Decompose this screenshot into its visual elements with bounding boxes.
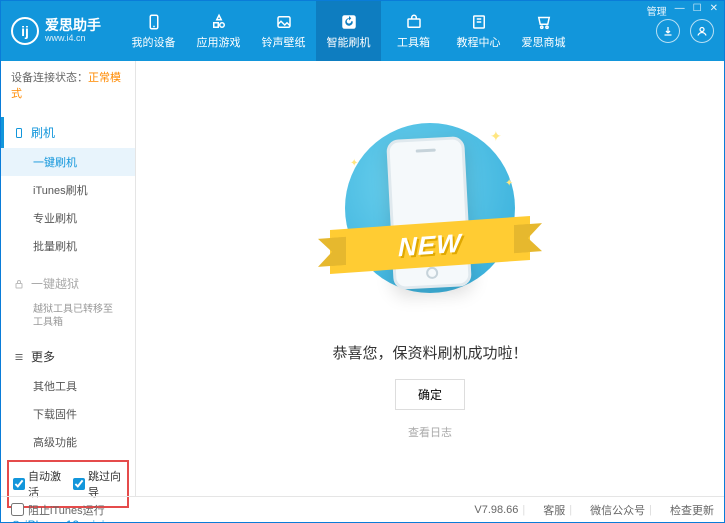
nav-apps-games[interactable]: 应用游戏	[186, 1, 251, 61]
header-right	[656, 19, 714, 43]
top-nav: 我的设备 应用游戏 铃声壁纸 智能刷机 工具箱 教程中心	[121, 1, 656, 61]
customer-service-link[interactable]: 客服	[543, 502, 565, 518]
ok-button[interactable]: 确定	[395, 379, 465, 410]
checkbox-input[interactable]	[13, 478, 25, 490]
wallpaper-icon	[275, 13, 293, 31]
jailbreak-note: 越狱工具已转移至 工具箱	[1, 299, 135, 333]
sidebar-item-advanced[interactable]: 高级功能	[1, 428, 135, 456]
footer: 阻止iTunes运行 V7.98.66 | 客服 | 微信公众号 | 检查更新	[1, 496, 724, 522]
wechat-link[interactable]: 微信公众号	[590, 502, 645, 518]
checkbox-label: 阻止iTunes运行	[28, 502, 105, 518]
refresh-icon	[340, 13, 358, 31]
minimize-button[interactable]: —	[675, 3, 685, 18]
more-section: 更多 其他工具 下载固件 高级功能	[1, 341, 135, 456]
checkbox-input[interactable]	[73, 478, 85, 490]
phone-icon	[145, 13, 163, 31]
nav-label: 智能刷机	[327, 34, 371, 50]
success-message: 恭喜您，保资料刷机成功啦！	[332, 342, 527, 363]
sparkle-icon: ✦	[490, 128, 502, 145]
maximize-button[interactable]: ☐	[693, 3, 702, 18]
block-itunes-checkbox[interactable]: 阻止iTunes运行	[11, 502, 105, 518]
sidebar-item-batch-flash[interactable]: 批量刷机	[1, 232, 135, 260]
nav-label: 教程中心	[457, 34, 501, 50]
section-label: 一键越狱	[31, 275, 79, 292]
divider: |	[649, 504, 652, 516]
header: 管理 — ☐ ✕ ij 爱思助手 www.i4.cn 我的设备 应用游戏 铃声壁	[1, 1, 724, 61]
sidebar-item-download-firmware[interactable]: 下载固件	[1, 400, 135, 428]
window-controls: 管理 — ☐ ✕	[647, 3, 718, 18]
nav-label: 我的设备	[132, 34, 176, 50]
sidebar: 设备连接状态：正常模式 刷机 一键刷机 iTunes刷机 专业刷机 批量刷机 一…	[1, 61, 136, 496]
manage-button[interactable]: 管理	[647, 3, 667, 18]
logo: ij 爱思助手 www.i4.cn	[11, 17, 121, 45]
conn-label: 设备连接状态：	[11, 72, 88, 84]
nav-my-device[interactable]: 我的设备	[121, 1, 186, 61]
cart-icon	[535, 13, 553, 31]
check-update-link[interactable]: 检查更新	[670, 502, 714, 518]
more-title[interactable]: 更多	[1, 341, 135, 372]
phone-small-icon	[13, 127, 25, 139]
download-icon	[662, 25, 674, 37]
download-button[interactable]	[656, 19, 680, 43]
version-label: V7.98.66	[474, 504, 518, 516]
app-icon	[210, 13, 228, 31]
close-button[interactable]: ✕	[710, 3, 718, 18]
success-illustration: ✦ ✦ ✦ NEW	[340, 118, 520, 318]
logo-icon: ij	[11, 17, 39, 45]
main-content: ✦ ✦ ✦ NEW 恭喜您，保资料刷机成功啦！ 确定 查看日志	[136, 61, 724, 496]
divider: |	[569, 504, 572, 516]
nav-label: 工具箱	[397, 34, 430, 50]
nav-label: 爱思商城	[522, 34, 566, 50]
jailbreak-title: 一键越狱	[1, 268, 135, 299]
sparkle-icon: ✦	[505, 178, 513, 189]
sparkle-icon: ✦	[350, 158, 358, 169]
menu-icon	[13, 351, 25, 363]
nav-smart-flash[interactable]: 智能刷机	[316, 1, 381, 61]
nav-store[interactable]: 爱思商城	[511, 1, 576, 61]
app-window: 管理 — ☐ ✕ ij 爱思助手 www.i4.cn 我的设备 应用游戏 铃声壁	[0, 0, 725, 523]
ribbon-text: NEW	[398, 227, 462, 262]
brand-url: www.i4.cn	[45, 34, 101, 44]
nav-toolbox[interactable]: 工具箱	[381, 1, 446, 61]
checkbox-input[interactable]	[11, 503, 24, 516]
nav-label: 铃声壁纸	[262, 34, 306, 50]
user-button[interactable]	[690, 19, 714, 43]
jailbreak-section: 一键越狱 越狱工具已转移至 工具箱	[1, 268, 135, 333]
nav-label: 应用游戏	[197, 34, 241, 50]
lock-icon	[13, 278, 25, 290]
section-label: 刷机	[31, 124, 55, 141]
section-label: 更多	[31, 348, 55, 365]
flash-section: 刷机 一键刷机 iTunes刷机 专业刷机 批量刷机	[1, 117, 135, 260]
sidebar-item-oneclick-flash[interactable]: 一键刷机	[1, 148, 135, 176]
view-log-link[interactable]: 查看日志	[408, 424, 452, 440]
sidebar-item-other-tools[interactable]: 其他工具	[1, 372, 135, 400]
sidebar-item-itunes-flash[interactable]: iTunes刷机	[1, 176, 135, 204]
brand-name: 爱思助手	[45, 18, 101, 33]
toolbox-icon	[405, 13, 423, 31]
body: 设备连接状态：正常模式 刷机 一键刷机 iTunes刷机 专业刷机 批量刷机 一…	[1, 61, 724, 496]
divider: |	[522, 504, 525, 516]
connection-status: 设备连接状态：正常模式	[1, 61, 135, 109]
book-icon	[470, 13, 488, 31]
nav-tutorials[interactable]: 教程中心	[446, 1, 511, 61]
flash-title[interactable]: 刷机	[1, 117, 135, 148]
nav-ringtone-wallpaper[interactable]: 铃声壁纸	[251, 1, 316, 61]
sidebar-item-pro-flash[interactable]: 专业刷机	[1, 204, 135, 232]
user-icon	[696, 25, 708, 37]
